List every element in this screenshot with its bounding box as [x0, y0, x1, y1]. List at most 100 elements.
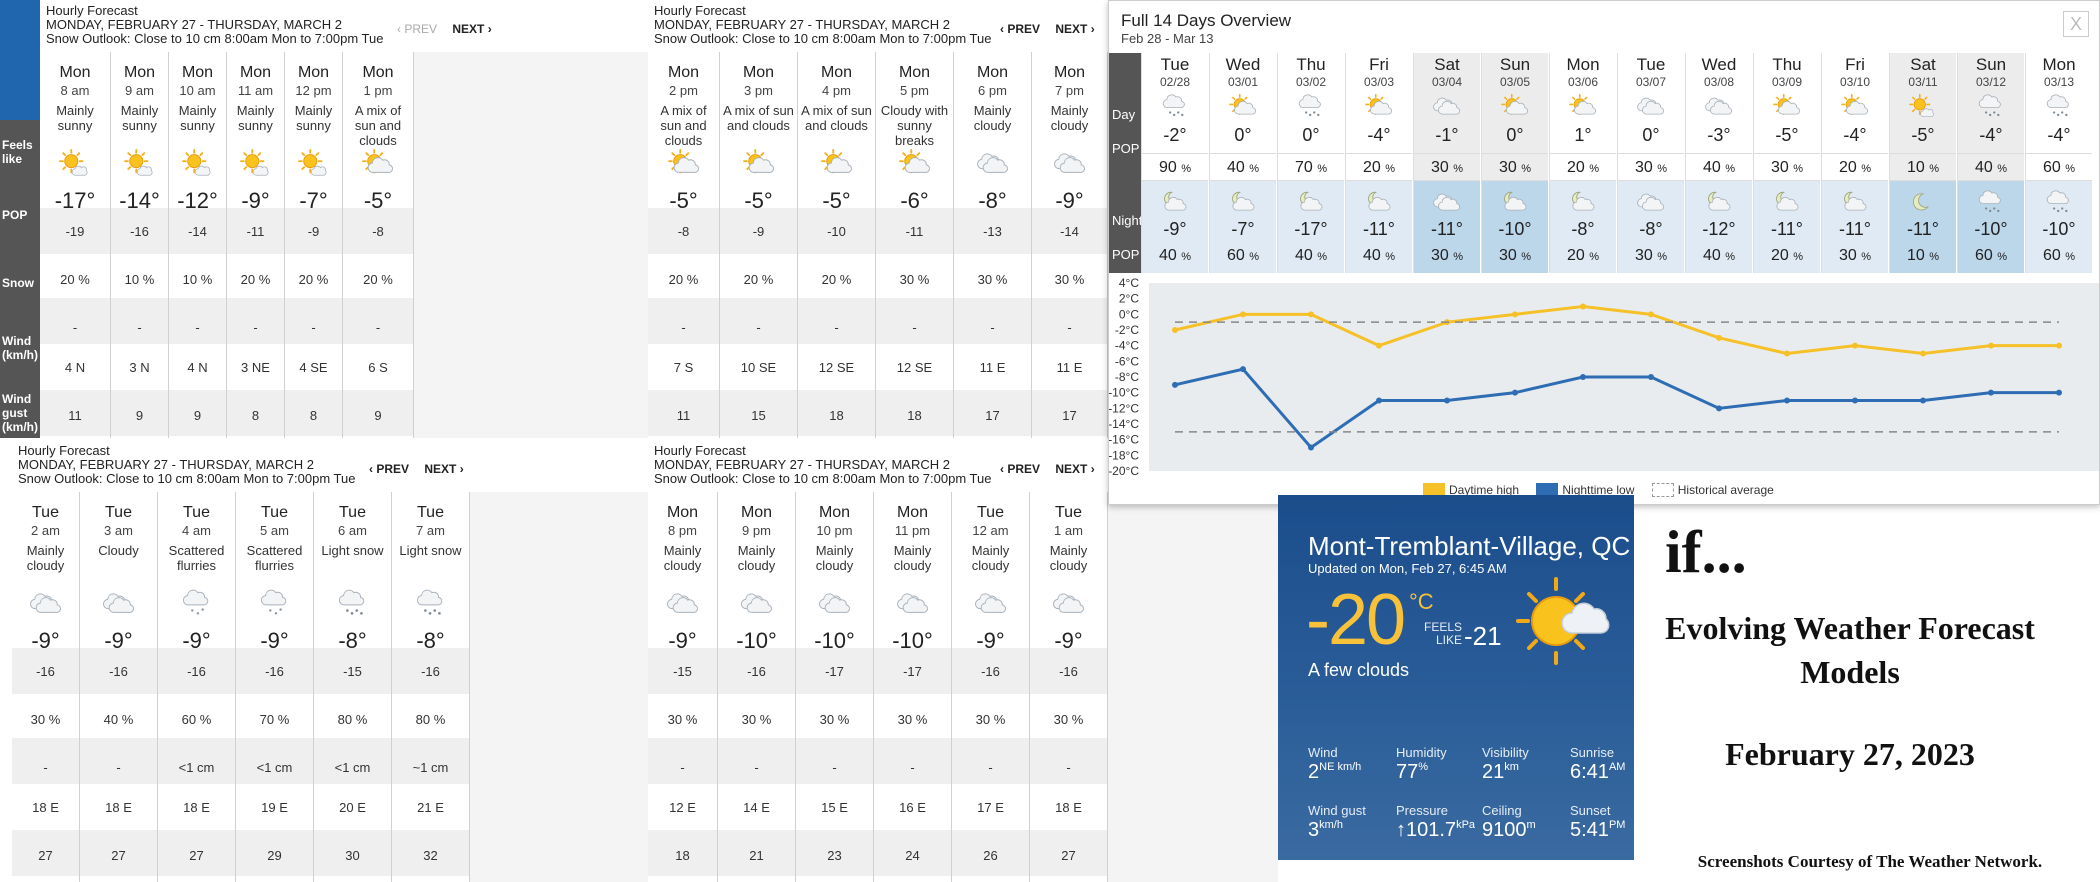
- day-pop-value: 40: [1702, 159, 1721, 176]
- pct-unit: %: [1181, 163, 1192, 175]
- hour-temp: -9°: [976, 628, 1005, 653]
- pct-unit: %: [1249, 163, 1260, 175]
- hour-day: Mon: [742, 64, 775, 81]
- night-pop: 40 %: [1686, 247, 1752, 265]
- hour-wind: 14 E: [743, 800, 770, 815]
- hour-feels-like: -11: [246, 224, 265, 239]
- night-pop-value: 30: [1634, 247, 1653, 264]
- stat-value: 3: [1308, 819, 1320, 841]
- day-column: Sun 03/12 -4° 40 % -10° 60 %: [1957, 53, 2024, 273]
- cloud-icon: [1637, 97, 1665, 115]
- snow-icon: [1978, 190, 2001, 213]
- next-button[interactable]: NEXT ›: [1055, 462, 1094, 476]
- night-low: -10°: [1498, 219, 1532, 239]
- data-point: [2056, 342, 2062, 349]
- night-pop: 40 %: [1346, 247, 1412, 265]
- pct-unit: %: [1453, 163, 1464, 175]
- day-date: 03/11: [1908, 75, 1938, 89]
- data-point: [1308, 444, 1314, 451]
- day-date: 03/01: [1227, 75, 1259, 89]
- hourly-grid: Tue 2 am Mainly cloudy -9° -16 30 % -18 E 27 Tue…: [12, 492, 470, 882]
- hourly-header: Hourly Forecast MONDAY, FEBRUARY 27 - TH…: [648, 0, 1108, 52]
- stat-label: Humidity: [1396, 745, 1447, 760]
- cloud-icon: [974, 593, 1006, 613]
- day-pop-value: 40: [1226, 159, 1245, 176]
- hour-description: A mix of sun and clouds: [801, 103, 872, 133]
- night-pop: 40 %: [1278, 247, 1344, 265]
- stat-value: 2: [1308, 761, 1320, 783]
- hour-column: Mon 5 pm Cloudy with sunny breaks -6° -11 30 …: [876, 52, 954, 438]
- hour-feels-like: -8: [372, 224, 384, 239]
- hour-column: Mon 10 pm Mainly cloudy -10° -17 30 % - 15 E 23: [796, 492, 874, 882]
- hour-temp: -10°: [892, 628, 933, 653]
- next-button[interactable]: NEXT ›: [1055, 22, 1094, 36]
- next-button[interactable]: NEXT ›: [424, 462, 463, 476]
- day-name: Wed: [1225, 55, 1261, 74]
- hour-column: Mon 7 pm Mainly cloudy -9° -14 30 % - 11 E 17: [1032, 52, 1108, 438]
- hour-feels-like: -19: [65, 224, 85, 239]
- day-column: Wed 03/01 0° 40 % -7° 60 %: [1209, 53, 1276, 273]
- snow-icon: [2046, 190, 2069, 213]
- day-high: -5°: [1775, 125, 1799, 145]
- cloud-icon: [976, 153, 1008, 173]
- prev-button[interactable]: ‹ PREV: [369, 462, 409, 476]
- day-column: Fri 03/10 -4° 20 % -11° 30 %: [1821, 53, 1888, 273]
- day-date: 03/10: [1839, 75, 1871, 89]
- pct-unit: %: [1657, 251, 1668, 263]
- prev-button[interactable]: ‹ PREV: [397, 22, 437, 36]
- hour-feels-like: -9: [307, 224, 320, 239]
- day-pop: 60 %: [2026, 153, 2092, 181]
- prev-button[interactable]: ‹ PREV: [1000, 22, 1040, 36]
- hour-gust: 23: [827, 848, 842, 863]
- night-pop-value: 30: [1838, 247, 1857, 264]
- night-pop-value: 40: [1362, 247, 1381, 264]
- hour-day: Mon: [297, 64, 330, 81]
- data-point: [1988, 389, 1994, 396]
- hour-wind: 18 E: [32, 800, 59, 815]
- close-button[interactable]: X: [2063, 11, 2089, 37]
- hour-gust: 17: [1062, 408, 1077, 423]
- day-pop: 30 %: [1482, 153, 1548, 181]
- hour-temp: -9°: [668, 628, 697, 653]
- hour-wind: 7 S: [673, 360, 694, 375]
- day-pop: 30 %: [1618, 153, 1684, 181]
- hour-wind: 21 E: [417, 800, 444, 815]
- day-pop-value: 30: [1498, 159, 1517, 176]
- day-column: Sat 03/04 -1° 30 % -11° 30 %: [1413, 53, 1480, 273]
- y-tick-label: 0°C: [1119, 307, 1139, 321]
- hourly-nav: ‹ PREV NEXT ›: [988, 462, 1095, 476]
- cloud-icon: [29, 593, 61, 613]
- data-point: [1240, 366, 1246, 373]
- cloud-icon: [102, 593, 134, 613]
- hour-day: Mon: [666, 504, 699, 521]
- row-labels: Feels like POP Snow Wind (km/h) Wind gust (k…: [0, 120, 40, 438]
- hour-time: 12 pm: [295, 83, 332, 98]
- data-point: [1648, 311, 1654, 318]
- moon-icon: [1912, 193, 1930, 211]
- hour-gust: 8: [309, 408, 318, 423]
- hour-temp: -8°: [416, 628, 445, 653]
- hour-feels-like: -16: [421, 664, 440, 679]
- y-tick-label: 4°C: [1119, 276, 1139, 290]
- caption-if: if...: [1665, 519, 1747, 585]
- hour-time: 5 am: [260, 523, 289, 538]
- hour-column: Tue 1 am Mainly cloudy -9° -16 30 % - 18 E 27: [1030, 492, 1108, 882]
- day-date: 02/28: [1159, 75, 1191, 89]
- next-button[interactable]: NEXT ›: [452, 22, 491, 36]
- hour-column: Mon 8 am Mainly sunny -17° -19 20 % - 4 N 11: [40, 52, 111, 438]
- day-pop-value: 20: [1566, 159, 1585, 176]
- hourly-panel-4: Hourly Forecast MONDAY, FEBRUARY 27 - TH…: [648, 440, 1278, 882]
- data-point: [1784, 397, 1790, 404]
- hour-column: Mon 2 pm A mix of sun and clouds -5° -8 20 % -…: [648, 52, 720, 438]
- hour-time: 8 am: [60, 83, 90, 98]
- night-pop: 60 %: [1958, 247, 2024, 265]
- hour-day: Tue: [183, 504, 210, 521]
- hour-wind: 11 E: [979, 360, 1006, 375]
- hour-description: Cloudy with sunny breaks: [880, 103, 949, 148]
- sun-cloud-icon: [1501, 93, 1529, 115]
- y-tick-label: -18°C: [1109, 448, 1139, 462]
- sun-cloud-icon: [667, 148, 699, 174]
- prev-button[interactable]: ‹ PREV: [1000, 462, 1040, 476]
- hour-pop: 30 %: [741, 712, 772, 727]
- stat-humidity: Humidity 77%: [1396, 745, 1447, 782]
